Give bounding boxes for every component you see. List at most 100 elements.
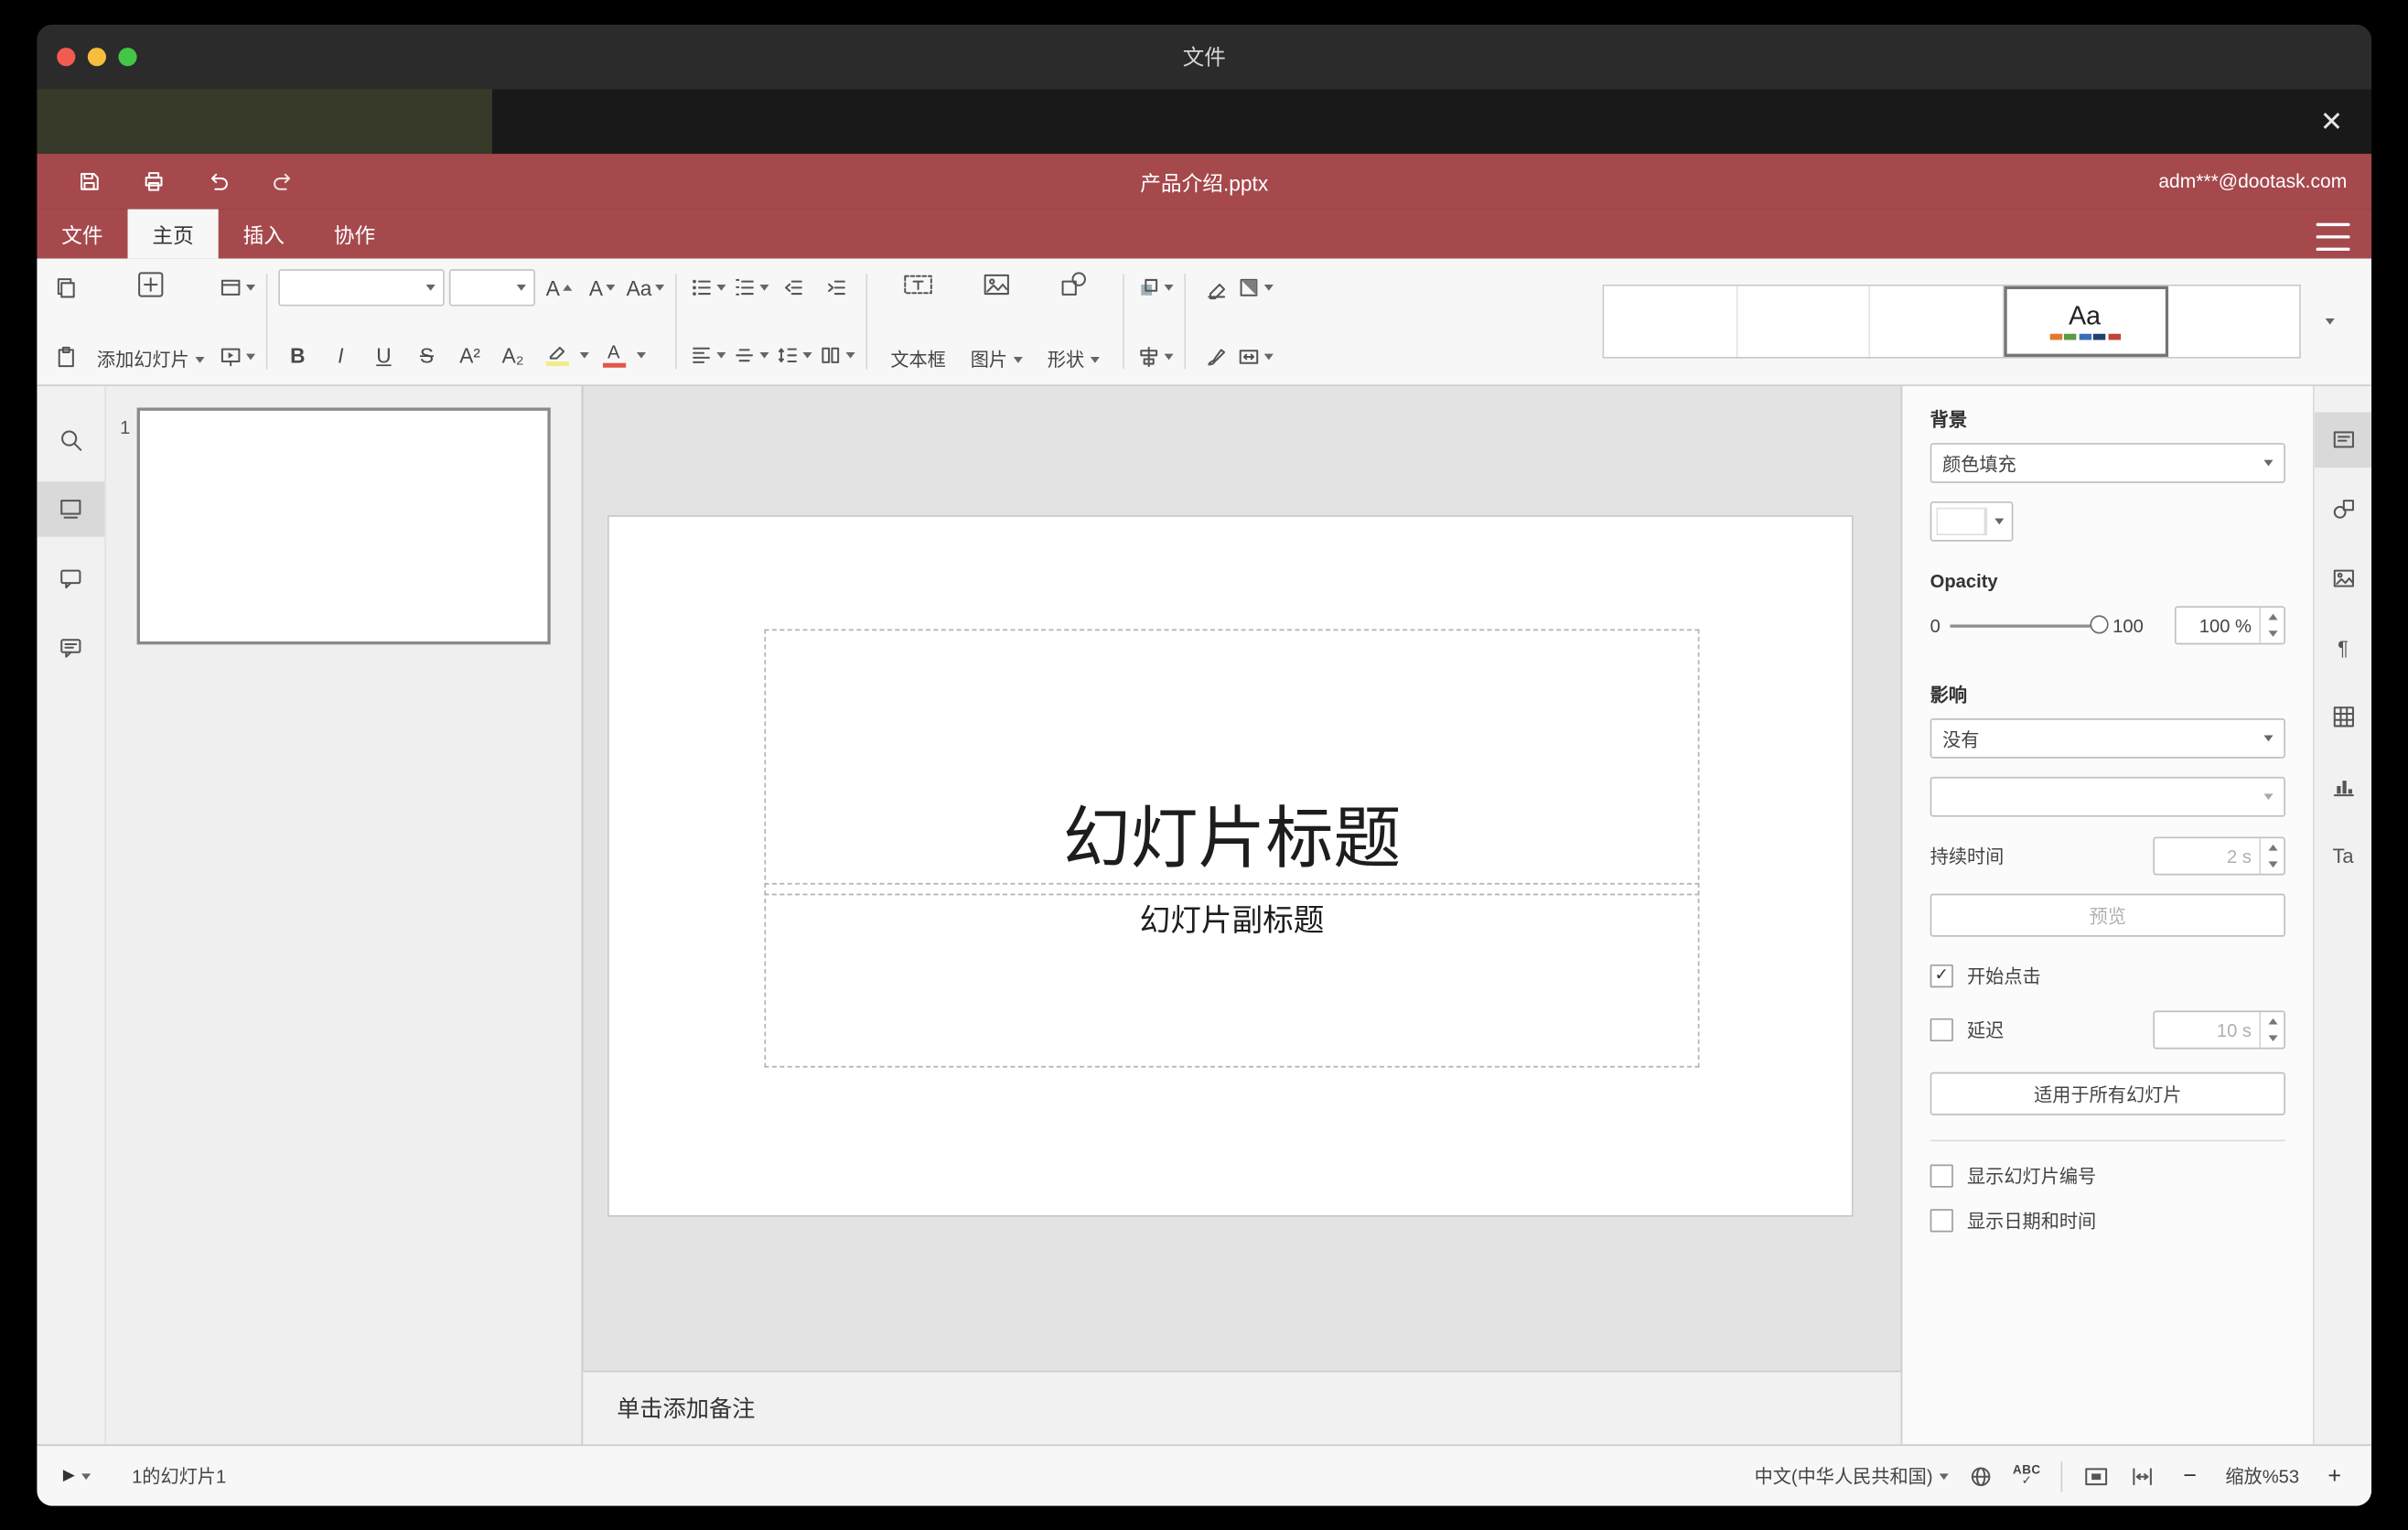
- language-menu[interactable]: 中文(中华人民共和国): [1755, 1463, 1949, 1490]
- decrease-font-button[interactable]: A: [583, 268, 621, 307]
- table-settings-icon[interactable]: [2315, 689, 2371, 745]
- bold-button[interactable]: B: [278, 336, 317, 374]
- subtitle-placeholder[interactable]: 幻灯片副标题: [764, 882, 1700, 1068]
- fit-slide-icon[interactable]: [2082, 1463, 2110, 1488]
- title-placeholder[interactable]: 幻灯片标题: [764, 629, 1700, 896]
- tab-collaboration[interactable]: 协作: [309, 210, 400, 259]
- add-slide-button[interactable]: 添加幻灯片: [84, 258, 217, 384]
- show-slide-number-checkbox[interactable]: [1930, 1164, 1953, 1188]
- apply-to-all-button[interactable]: 适用于所有幻灯片: [1930, 1072, 2285, 1115]
- opacity-slider[interactable]: [1949, 615, 2109, 634]
- preview-button[interactable]: 预览: [1930, 893, 2285, 937]
- horizontal-align-button[interactable]: [687, 336, 726, 374]
- font-name-combo[interactable]: [278, 269, 445, 307]
- decrease-indent-button[interactable]: [774, 268, 812, 307]
- superscript-button[interactable]: A²: [451, 336, 489, 374]
- slide-thumbnail-1[interactable]: [136, 407, 551, 645]
- effect-type-select[interactable]: [1930, 776, 2285, 817]
- columns-button[interactable]: [817, 336, 855, 374]
- theme-option-selected[interactable]: Aa: [2003, 286, 2168, 357]
- slide-canvas[interactable]: 幻灯片标题 幻灯片副标题: [583, 386, 1901, 1371]
- underline-button[interactable]: U: [364, 336, 403, 374]
- fit-width-icon[interactable]: [2130, 1463, 2155, 1488]
- tab-insert[interactable]: 插入: [219, 210, 309, 259]
- spin-up-icon[interactable]: [2261, 1012, 2284, 1029]
- theme-option-3[interactable]: [1870, 286, 2004, 357]
- numbering-button[interactable]: [731, 268, 769, 307]
- maximize-traffic-icon[interactable]: [118, 48, 137, 67]
- start-on-click-checkbox[interactable]: ✓: [1930, 964, 1953, 988]
- hamburger-menu-icon[interactable]: [2316, 220, 2350, 253]
- spin-down-icon[interactable]: [2261, 1029, 2284, 1047]
- redo-icon[interactable]: [262, 162, 305, 202]
- document-language-icon[interactable]: [1968, 1463, 1993, 1488]
- zoom-in-button[interactable]: +: [2319, 1460, 2350, 1492]
- slide-settings-icon[interactable]: [2314, 412, 2372, 469]
- image-settings-icon[interactable]: [2315, 551, 2371, 607]
- spellcheck-icon[interactable]: ABC ✓: [2013, 1463, 2041, 1487]
- image-button[interactable]: 图片: [958, 258, 1035, 384]
- strikeout-button[interactable]: S: [407, 336, 446, 374]
- duration-spinner[interactable]: 2 s: [2153, 836, 2285, 876]
- align-shapes-button[interactable]: [1135, 337, 1174, 375]
- search-icon[interactable]: [37, 413, 104, 469]
- theme-option-2[interactable]: [1736, 286, 1871, 357]
- tab-home[interactable]: 主页: [127, 209, 219, 259]
- start-slideshow-button[interactable]: [217, 337, 255, 375]
- textart-settings-icon[interactable]: Ta: [2315, 827, 2371, 883]
- paste-icon[interactable]: [46, 337, 84, 375]
- opacity-spinner[interactable]: 100 %: [2174, 606, 2285, 645]
- spin-up-icon[interactable]: [2261, 608, 2284, 625]
- chat-icon[interactable]: [37, 620, 104, 675]
- slide-layout-button[interactable]: [217, 267, 255, 306]
- theme-option-5[interactable]: [2167, 286, 2300, 357]
- undo-icon[interactable]: [197, 162, 240, 202]
- show-date-checkbox[interactable]: [1930, 1209, 1953, 1233]
- increase-indent-button[interactable]: [817, 268, 855, 307]
- zoom-out-button[interactable]: −: [2175, 1460, 2206, 1492]
- print-icon[interactable]: [133, 162, 176, 202]
- change-case-button[interactable]: Aa: [626, 268, 664, 307]
- shape-button[interactable]: 形状: [1035, 258, 1112, 384]
- tab-file[interactable]: 文件: [37, 210, 127, 259]
- notes-area[interactable]: 单击添加备注: [583, 1370, 1901, 1445]
- close-icon[interactable]: ✕: [2310, 100, 2353, 143]
- spin-down-icon[interactable]: [2261, 856, 2284, 873]
- line-spacing-button[interactable]: [774, 336, 812, 374]
- clear-style-button[interactable]: [1197, 267, 1235, 306]
- save-icon[interactable]: [68, 162, 111, 202]
- fill-type-select[interactable]: 颜色填充: [1930, 443, 2285, 483]
- comments-icon[interactable]: [37, 551, 104, 607]
- shape-settings-icon[interactable]: [2315, 481, 2371, 537]
- close-traffic-icon[interactable]: [57, 48, 76, 67]
- font-color-button[interactable]: A: [594, 336, 647, 374]
- theme-gallery-expand-button[interactable]: [2310, 286, 2350, 357]
- effect-select[interactable]: 没有: [1930, 718, 2285, 759]
- start-preview-button[interactable]: ▶: [56, 1458, 99, 1494]
- spin-up-icon[interactable]: [2261, 838, 2284, 856]
- italic-button[interactable]: I: [321, 336, 360, 374]
- delay-spinner[interactable]: 10 s: [2153, 1010, 2285, 1050]
- bullets-button[interactable]: [687, 268, 726, 307]
- delay-checkbox[interactable]: [1930, 1018, 1953, 1042]
- theme-option-1[interactable]: [1604, 286, 1737, 357]
- highlight-color-button[interactable]: [537, 336, 589, 374]
- slides-panel-icon[interactable]: [37, 481, 105, 537]
- chart-settings-icon[interactable]: [2315, 759, 2371, 814]
- spin-down-icon[interactable]: [2261, 625, 2284, 642]
- increase-font-button[interactable]: A: [540, 268, 578, 307]
- vertical-align-button[interactable]: [731, 336, 769, 374]
- fill-color-picker[interactable]: [1930, 501, 2014, 542]
- copy-style-button[interactable]: [1197, 337, 1235, 375]
- slide-size-button[interactable]: [1235, 337, 1274, 375]
- color-scheme-button[interactable]: [1235, 267, 1274, 306]
- slide[interactable]: 幻灯片标题 幻灯片副标题: [608, 516, 1852, 1215]
- arrange-shapes-button[interactable]: [1135, 267, 1174, 306]
- minimize-traffic-icon[interactable]: [87, 48, 106, 67]
- textbox-button[interactable]: 文本框: [878, 258, 958, 384]
- subscript-button[interactable]: A₂: [494, 336, 532, 374]
- opacity-slider-knob[interactable]: [2089, 615, 2109, 634]
- paragraph-settings-icon[interactable]: ¶: [2315, 620, 2371, 675]
- copy-icon[interactable]: [46, 267, 84, 306]
- font-size-combo[interactable]: [448, 269, 536, 307]
